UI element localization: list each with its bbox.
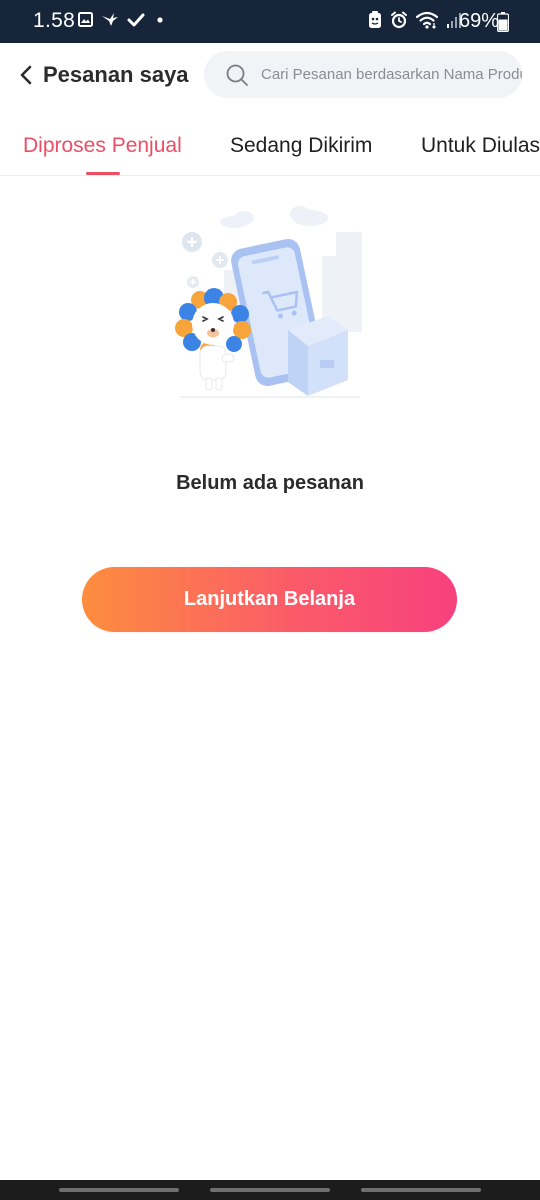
check-icon (127, 12, 145, 32)
empty-orders-message: Belum ada pesanan (176, 472, 364, 494)
my-orders-screen: 1.58 69% Pesanan saya Cari Pesanan berda… (0, 0, 540, 1200)
gallery-icon (78, 12, 93, 32)
system-navigation-bar (0, 1180, 540, 1200)
tab-sedang-dikirim[interactable]: Sedang Dikirim (230, 133, 372, 159)
tab-diproses-penjual[interactable]: Diproses Penjual (23, 133, 182, 159)
search-input[interactable] (261, 51, 522, 98)
nav-recents-handle[interactable] (59, 1188, 179, 1192)
header: Pesanan saya (0, 43, 540, 107)
bird-icon (101, 12, 119, 32)
continue-shopping-button[interactable]: Lanjutkan Belanja (82, 567, 457, 632)
active-tab-indicator (86, 172, 120, 175)
empty-orders-illustration (170, 200, 370, 410)
dot-icon (153, 12, 167, 32)
nav-back-handle[interactable] (361, 1188, 481, 1192)
tab-untuk-diulas[interactable]: Untuk Diulas (421, 133, 540, 159)
battery-percentage: 69% (459, 10, 500, 32)
status-left-icons (78, 12, 167, 32)
chevron-left-icon (20, 65, 32, 85)
wifi-icon (415, 11, 439, 34)
order-status-tabs: Diproses Penjual Sedang Dikirim Untuk Di… (0, 107, 540, 176)
back-button[interactable] (10, 57, 42, 93)
sim-icon (368, 10, 382, 34)
nav-home-handle[interactable] (210, 1188, 330, 1192)
status-right-icons (368, 10, 462, 34)
status-bar: 1.58 69% (0, 0, 540, 43)
page-title: Pesanan saya (43, 62, 189, 87)
search-box[interactable] (204, 51, 522, 98)
search-icon (225, 63, 249, 92)
status-time: 1.58 (33, 9, 76, 32)
battery-icon (496, 12, 510, 37)
alarm-icon (390, 11, 408, 34)
